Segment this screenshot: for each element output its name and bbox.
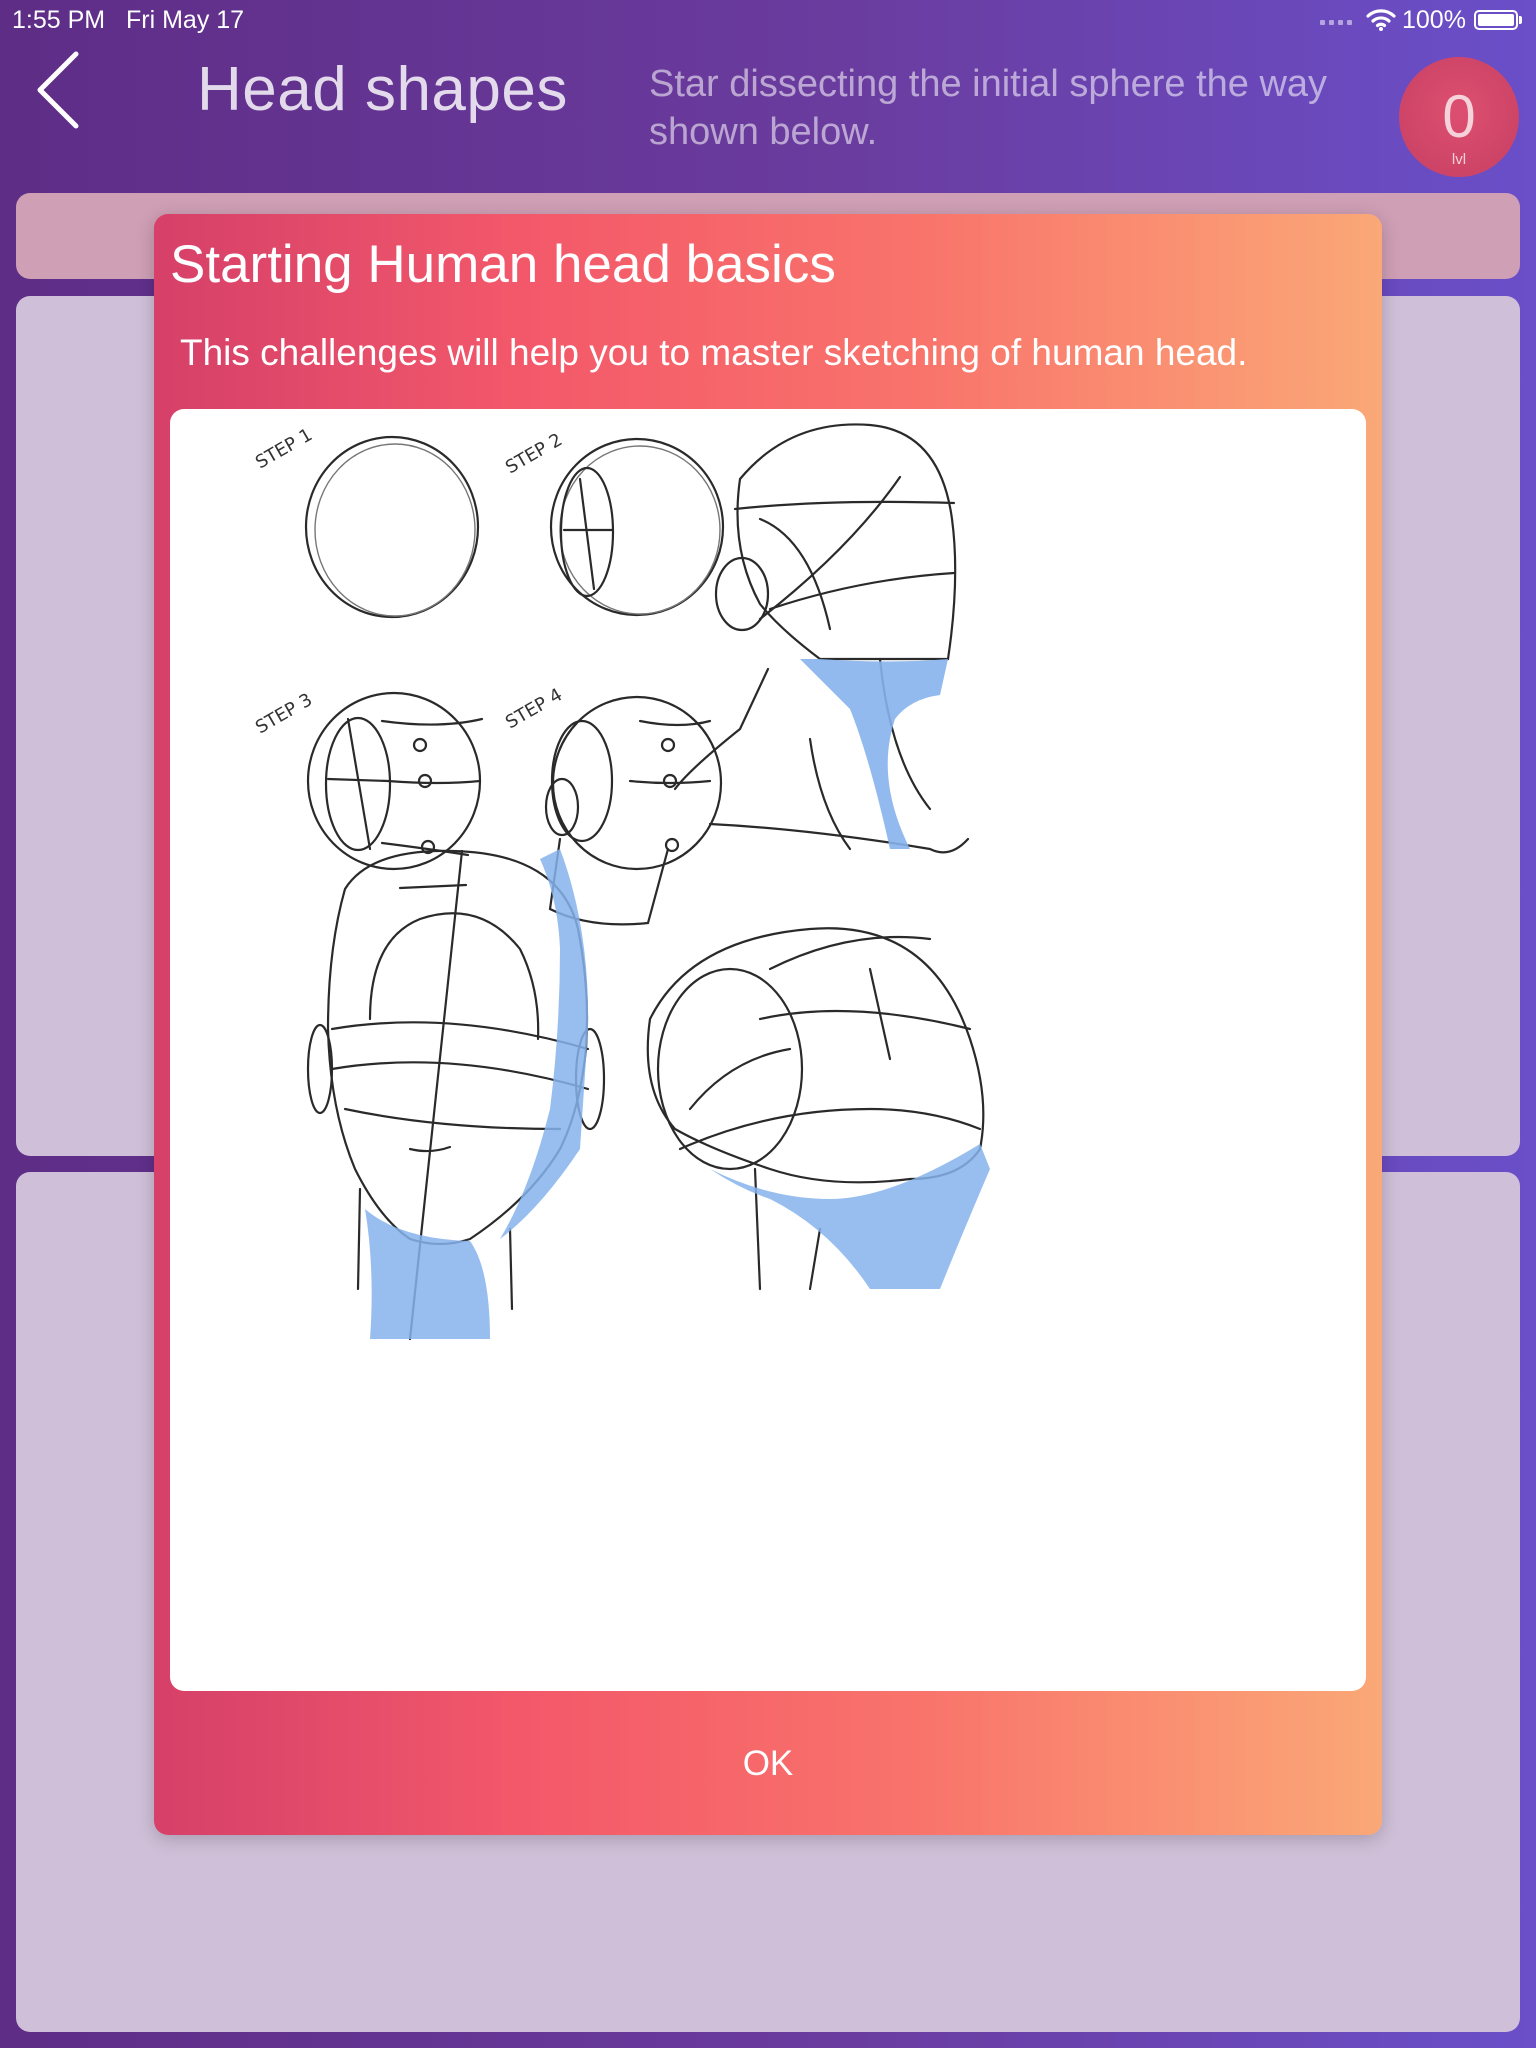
level-label: lvl	[1451, 151, 1467, 168]
battery-tip	[1519, 16, 1522, 24]
step-label: STEP 1	[252, 424, 316, 473]
step-label: STEP 3	[252, 689, 316, 738]
battery-icon	[1474, 10, 1518, 30]
cellular-signal-icon	[1320, 20, 1352, 25]
back-button[interactable]	[30, 46, 90, 136]
page-title: Head shapes	[197, 55, 568, 124]
step-label: STEP 2	[502, 429, 566, 478]
status-time: 1:55 PM	[12, 6, 106, 34]
battery-percentage: 100%	[1402, 6, 1466, 34]
step-label: STEP 4	[502, 684, 566, 733]
level-badge[interactable]: 0 lvl	[1399, 57, 1519, 177]
page-subtitle: Star dissecting the initial sphere the w…	[649, 63, 1328, 153]
level-value: 0	[1442, 83, 1476, 150]
status-bar: 1:55 PM Fri May 17 100%	[0, 0, 1536, 40]
intro-dialog: Starting Human head basics This challeng…	[154, 214, 1382, 1835]
wifi-icon	[1366, 8, 1396, 39]
status-date: Fri May 17	[126, 6, 245, 34]
dialog-description: This challenges will help you to master …	[180, 332, 1248, 373]
dialog-title: Starting Human head basics	[170, 235, 836, 294]
head-sketch-illustration: STEP 1 STEP 2 STEP 3 STEP 4	[170, 409, 1366, 1691]
chevron-left-icon	[37, 51, 79, 129]
ok-button[interactable]: OK	[154, 1714, 1382, 1814]
